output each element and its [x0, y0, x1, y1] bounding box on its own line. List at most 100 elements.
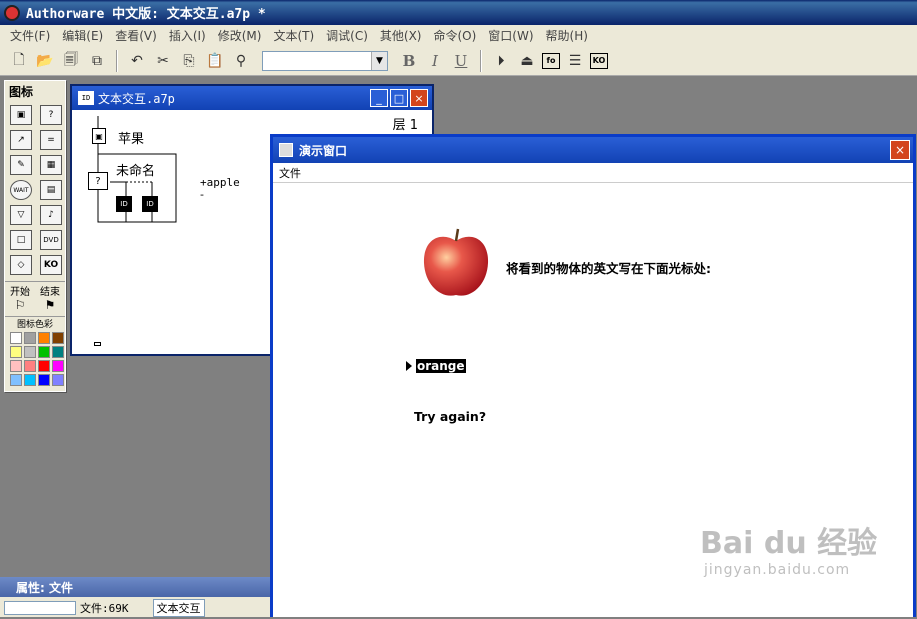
digital-movie-icon[interactable]: ▤	[40, 180, 62, 200]
start-flag-icon[interactable]: ⚐	[15, 298, 26, 314]
text-entry-field[interactable]: orange	[406, 359, 466, 373]
presentation-menu-bar: 文件	[273, 163, 913, 183]
color-swatch[interactable]	[38, 374, 50, 386]
color-swatch[interactable]	[52, 360, 64, 372]
flowline-title: 文本交互.a7p	[98, 91, 175, 106]
color-swatch[interactable]	[38, 332, 50, 344]
maximize-button[interactable]: □	[390, 89, 408, 107]
interaction-label: 未命名	[116, 164, 156, 179]
interaction-icon[interactable]: ?	[40, 105, 62, 125]
color-swatch[interactable]	[38, 346, 50, 358]
menu-insert[interactable]: 插入(I)	[163, 27, 212, 44]
question-text: 将看到的物体的英文写在下面光标处:	[506, 261, 711, 276]
paste-hand-marker	[94, 342, 101, 346]
interaction-icon[interactable]: ?	[88, 172, 108, 190]
color-swatch[interactable]	[10, 374, 22, 386]
file-name-field[interactable]: 文本交互	[152, 599, 205, 617]
response-map-icon[interactable]: ID	[142, 196, 158, 212]
start-label: 开始	[10, 287, 30, 298]
color-swatch[interactable]	[10, 332, 22, 344]
wait-icon[interactable]: WAIT	[10, 180, 32, 200]
import-icon[interactable]: ⧉	[86, 50, 108, 72]
color-swatch[interactable]	[38, 360, 50, 372]
color-swatch[interactable]	[24, 332, 36, 344]
sound-icon[interactable]: ♪	[40, 205, 62, 225]
display-icon[interactable]: ▣	[92, 128, 106, 144]
icon-grid: ▣ ? ↗ = ✎ ▦ WAIT ▤ ▽ ♪ □ DVD ◇ KO	[5, 101, 65, 279]
color-swatch[interactable]	[10, 360, 22, 372]
navigate-icon[interactable]: ▽	[10, 205, 32, 225]
menu-command[interactable]: 命令(O)	[427, 27, 482, 44]
presentation-icon	[279, 143, 293, 157]
dvd-icon[interactable]: DVD	[40, 230, 62, 250]
undo-icon[interactable]: ↶	[126, 50, 148, 72]
color-swatch[interactable]	[24, 374, 36, 386]
knowledge-object-button[interactable]: KO	[590, 52, 608, 69]
presentation-menu-file[interactable]: 文件	[279, 165, 301, 181]
knowledge-object-icon[interactable]: KO	[40, 255, 62, 275]
erase-icon[interactable]: ✎	[10, 155, 32, 175]
color-swatch[interactable]	[24, 360, 36, 372]
close-button[interactable]: ×	[890, 140, 910, 160]
function-window-button[interactable]: fo	[542, 52, 560, 69]
restart-icon[interactable]: ⏵	[490, 50, 512, 72]
new-file-icon[interactable]: 🗋	[8, 50, 30, 72]
map-icon[interactable]: ▦	[40, 155, 62, 175]
file-icon: ID	[78, 91, 94, 105]
end-label: 结束	[40, 287, 60, 298]
calculation-icon[interactable]: =	[40, 130, 62, 150]
feedback-text: Try again?	[414, 409, 487, 424]
presentation-title: 演示窗口	[299, 143, 348, 158]
baidu-watermark: Bai du 经验 jingyan.baidu.com	[700, 518, 877, 578]
color-swatch[interactable]	[24, 346, 36, 358]
save-all-icon[interactable]: 🗐	[60, 50, 82, 72]
control-panel-icon[interactable]: ⏏	[516, 50, 538, 72]
color-swatch[interactable]	[52, 332, 64, 344]
find-icon[interactable]: ⚲	[230, 50, 252, 72]
properties-title-bar[interactable]: 属性: 文件	[0, 577, 270, 597]
menu-edit[interactable]: 编辑(E)	[56, 27, 109, 44]
menu-debug[interactable]: 调试(C)	[320, 27, 374, 44]
menu-other[interactable]: 其他(X)	[374, 27, 428, 44]
variables-icon[interactable]: ☰	[564, 50, 586, 72]
italic-button[interactable]: I	[424, 52, 446, 70]
copy-icon[interactable]: ⎘	[178, 50, 200, 72]
apple-image	[423, 228, 489, 296]
paste-icon[interactable]: 📋	[204, 50, 226, 72]
toolbar-separator	[116, 49, 118, 72]
menu-modify[interactable]: 修改(M)	[212, 27, 268, 44]
menu-text[interactable]: 文本(T)	[267, 27, 320, 44]
presentation-title-bar: 演示窗口	[273, 137, 913, 163]
framework-icon[interactable]: □	[10, 230, 32, 250]
motion-icon[interactable]: ↗	[10, 130, 32, 150]
display-icon[interactable]: ▣	[10, 105, 32, 125]
underline-button[interactable]: U	[450, 52, 472, 70]
properties-title: 属性: 文件	[16, 580, 73, 595]
cut-icon[interactable]: ✂	[152, 50, 174, 72]
decision-icon[interactable]: ◇	[10, 255, 32, 275]
bold-button[interactable]: B	[398, 52, 420, 70]
menu-view[interactable]: 查看(V)	[109, 27, 163, 44]
minimize-button[interactable]: _	[370, 89, 388, 107]
toolbar: 🗋 📂 🗐 ⧉ ↶ ✂ ⎘ 📋 ⚲ ▼ B I U ⏵ ⏏ fo ☰ KO	[0, 46, 917, 76]
end-flag-icon[interactable]: ⚑	[45, 298, 56, 314]
answer-input-value[interactable]: orange	[416, 359, 466, 373]
open-file-icon[interactable]: 📂	[34, 50, 56, 72]
palette-title: 图标	[9, 84, 34, 99]
color-swatch[interactable]	[10, 346, 22, 358]
close-button[interactable]: ×	[410, 89, 428, 107]
properties-row: 文件:69K 文本交互	[0, 597, 270, 619]
menu-window[interactable]: 窗口(W)	[482, 27, 539, 44]
menu-file[interactable]: 文件(F)	[4, 27, 56, 44]
response-map-icon[interactable]: ID	[116, 196, 132, 212]
text-style-combo[interactable]: ▼	[262, 50, 388, 71]
entry-marker-icon	[406, 361, 412, 371]
app-title: Authorware 中文版: 文本交互.a7p *	[26, 7, 266, 22]
color-swatch[interactable]	[52, 374, 64, 386]
icon-palette: 图标 ▣ ? ↗ = ✎ ▦ WAIT ▤ ▽ ♪ □ DVD ◇ KO 开始 …	[4, 80, 66, 392]
color-swatch[interactable]	[52, 346, 64, 358]
chevron-down-icon[interactable]: ▼	[371, 51, 387, 70]
window-controls: _ □ ×	[370, 89, 428, 107]
response-minus-label: -	[200, 188, 204, 201]
menu-help[interactable]: 帮助(H)	[540, 27, 594, 44]
